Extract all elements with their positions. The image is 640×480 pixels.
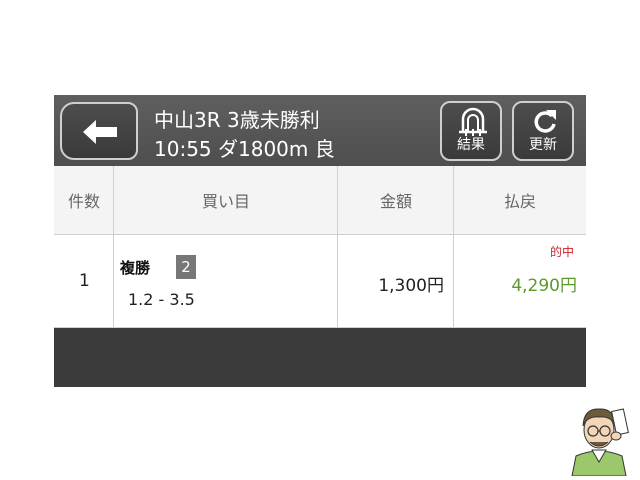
refresh-button[interactable]: 更新 <box>512 101 574 161</box>
column-amount: 金額 <box>379 192 412 211</box>
betting-history-screen: 中山3R 3歳未勝利 10:55 ダ1800m 良 結果 更新 件数 買い目 金… <box>54 95 586 387</box>
result-button[interactable]: 結果 <box>440 101 502 161</box>
refresh-icon <box>534 110 556 133</box>
divider <box>113 235 114 327</box>
result-button-label: 結果 <box>457 137 485 153</box>
back-button[interactable] <box>60 102 138 160</box>
bet-type: 複勝 <box>120 259 151 277</box>
column-payout: 払戻 <box>503 192 536 211</box>
column-bet: 買い目 <box>201 192 250 211</box>
back-arrow-icon <box>83 120 117 144</box>
row-count: 1 <box>79 271 90 291</box>
mascot-illustration <box>571 408 629 476</box>
horse-number-badge: 2 <box>176 255 196 279</box>
bet-amount: 1,300円 <box>378 276 444 296</box>
column-count: 件数 <box>67 192 100 211</box>
footer-bar <box>54 328 586 387</box>
divider <box>113 166 114 234</box>
hit-label: 的中 <box>549 245 574 259</box>
race-details: 10:55 ダ1800m 良 <box>154 137 335 161</box>
table-header: 件数 買い目 金額 払戻 <box>54 166 586 235</box>
odds-range: 1.2 - 3.5 <box>128 290 195 309</box>
divider <box>453 166 454 234</box>
divider <box>337 235 338 327</box>
refresh-button-label: 更新 <box>529 137 557 153</box>
table-row[interactable]: 1 複勝 2 1.2 - 3.5 1,300円 的中 4,290円 <box>54 235 586 328</box>
result-icon <box>459 107 487 136</box>
divider <box>337 166 338 234</box>
payout-amount: 4,290円 <box>511 276 577 296</box>
header-bar: 中山3R 3歳未勝利 10:55 ダ1800m 良 結果 更新 <box>54 95 586 166</box>
race-title: 中山3R 3歳未勝利 <box>154 108 320 132</box>
divider <box>453 235 454 327</box>
